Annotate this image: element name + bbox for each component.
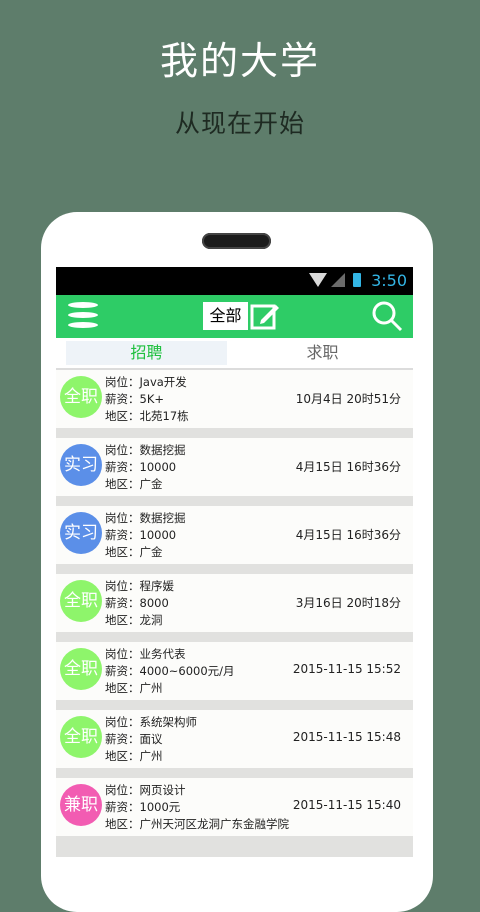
job-type-badge: 实习 (60, 512, 102, 554)
listing-salary: 薪资：5K+ (105, 392, 164, 406)
listing-position: 岗位：系统架构师 (105, 715, 197, 729)
listing-area: 地区：广州 (105, 681, 163, 695)
listing-position: 岗位：业务代表 (105, 647, 186, 661)
list-item[interactable]: 全职 岗位：业务代表薪资：4000~6000元/月 地区：广州 2015-11-15 … (56, 642, 413, 700)
job-type-badge: 全职 (60, 648, 102, 690)
listing-time: 2015-11-15 15:48 (292, 730, 401, 744)
listing-area: 地区：广金 (105, 545, 163, 559)
wifi-icon (309, 273, 327, 287)
tab-job-seeking[interactable]: 求职 (242, 341, 403, 365)
listing-salary: 薪资：4000~6000元/月 (105, 664, 235, 678)
filter-dropdown[interactable]: 全部 (203, 302, 248, 330)
app-screen: 3:50 全部 招聘 求职 全职 岗位：Java开发 薪资：5K+ 地区：北苑17栋 1… (56, 267, 413, 857)
listing-info: 岗位：Java开发 薪资：5K+ 地区：北苑17栋 (105, 374, 189, 425)
list-item[interactable]: 实习 岗位：数据挖掘 薪资：10000 地区：广金 4月15日 16时36分 (56, 506, 413, 564)
listing-time: 4月15日 16时36分 (295, 528, 401, 542)
listing-info: 岗位：程序媛 薪资：8000 地区：龙洞 (105, 578, 174, 629)
listing-area: 地区：龙洞 (105, 613, 163, 627)
tab-bar: 招聘 求职 (56, 338, 413, 370)
listing-salary: 薪资：10000 (105, 528, 177, 542)
phone-frame: 3:50 全部 招聘 求职 全职 岗位：Java开发 薪资：5K+ 地区：北苑17栋 1… (41, 212, 433, 912)
listing-salary: 薪资：面议 (105, 732, 163, 746)
listing-info: 岗位：网页设计 薪资：1000元地区：广州天河区龙洞广东金融学院 (105, 782, 289, 833)
listing-info: 岗位：数据挖掘 薪资：10000 地区：广金 (105, 442, 186, 493)
promo-title: 我的大学 (159, 39, 320, 83)
listing-position: 岗位：数据挖掘 (105, 511, 186, 525)
toolbar: 全部 (56, 295, 413, 338)
promo-subtitle: 从现在开始 (174, 109, 305, 138)
list-item[interactable]: 实习 岗位：数据挖掘 薪资：10000 地区：广金 4月15日 16时36分 (56, 438, 413, 496)
listing-salary: 薪资：10000 (105, 460, 177, 474)
listing-time: 2015-11-15 15:40 (292, 798, 401, 812)
job-type-badge: 兼职 (60, 784, 102, 826)
listing-position: 岗位：程序媛 (105, 579, 174, 593)
listing-position: 岗位：数据挖掘 (105, 443, 186, 457)
listing-list: 全职 岗位：Java开发 薪资：5K+ 地区：北苑17栋 10月4日 20时51分 实习岗… (56, 370, 413, 857)
status-icons (309, 273, 361, 287)
search-icon[interactable] (371, 300, 403, 332)
job-type-badge: 全职 (60, 716, 102, 758)
listing-info: 岗位：数据挖掘 薪资：10000 地区：广金 (105, 510, 186, 561)
listing-time: 3月16日 20时18分 (295, 596, 401, 610)
list-item[interactable]: 全职 岗位：程序媛 薪资：8000 地区：龙洞 3月16日 20时18分 (56, 574, 413, 632)
listing-salary: 薪资：8000 (105, 596, 169, 610)
battery-icon (353, 273, 361, 287)
listing-area: 地区：广州 (105, 749, 163, 763)
signal-icon (331, 273, 345, 287)
listing-position: 岗位：Java开发 (105, 375, 187, 389)
list-item[interactable]: 兼职 岗位：网页设计 薪资：1000元地区：广州天河区龙洞广东金融学院 2015-11… (56, 778, 413, 836)
status-bar: 3:50 (56, 267, 413, 295)
tab-recruit[interactable]: 招聘 (66, 341, 227, 365)
listing-salary: 薪资：1000元 (105, 800, 181, 814)
listing-position: 岗位：网页设计 (105, 783, 186, 797)
listing-info: 岗位：系统架构师 薪资：面议地区：广州 (105, 714, 197, 765)
listing-time: 4月15日 16时36分 (295, 460, 401, 474)
list-item[interactable]: 全职 岗位：系统架构师 薪资：面议地区：广州 2015-11-15 15:48 (56, 710, 413, 768)
listing-time: 2015-11-15 15:52 (292, 662, 401, 676)
job-type-badge: 全职 (60, 580, 102, 622)
status-time: 3:50 (371, 271, 407, 290)
phone-speaker (202, 233, 271, 249)
job-type-badge: 实习 (60, 444, 102, 486)
edit-icon[interactable] (249, 300, 281, 332)
listing-time: 10月4日 20时51分 (295, 392, 401, 406)
listing-info: 岗位：业务代表薪资：4000~6000元/月 地区：广州 (105, 646, 235, 697)
listing-area: 地区：广州天河区龙洞广东金融学院 (105, 817, 289, 831)
listing-area: 地区：广金 (105, 477, 163, 491)
job-type-badge: 全职 (60, 376, 102, 418)
listing-area: 地区：北苑17栋 (105, 409, 189, 423)
menu-icon[interactable] (68, 302, 98, 330)
list-item[interactable]: 全职 岗位：Java开发 薪资：5K+ 地区：北苑17栋 10月4日 20时51分 (56, 370, 413, 428)
